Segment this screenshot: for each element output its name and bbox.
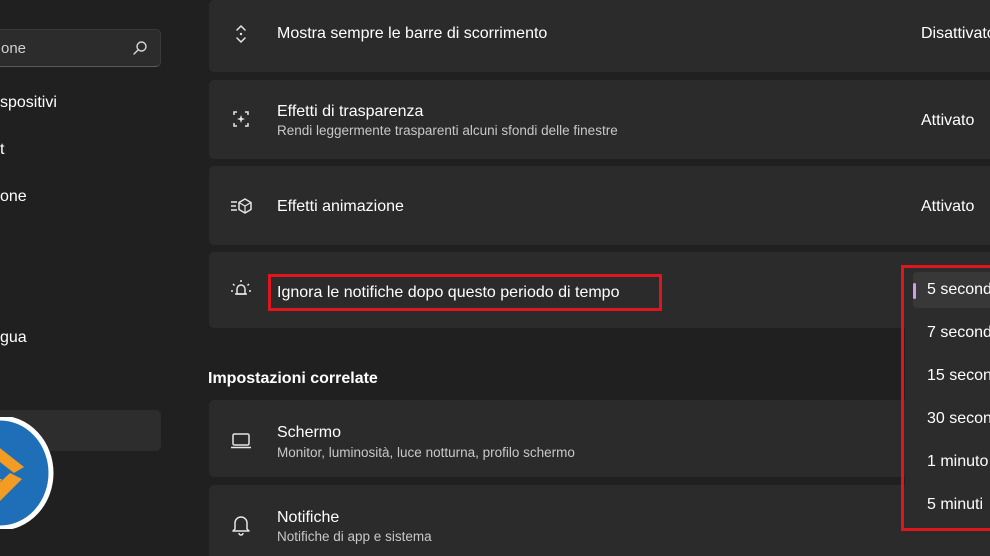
highlight-annotation [268, 274, 662, 311]
setting-card-animation[interactable]: Effetti animazione Attivato [209, 166, 990, 245]
related-title: Notifiche [277, 509, 340, 526]
setting-title: Effetti animazione [277, 198, 404, 215]
related-subtitle: Notifiche di app e sistema [277, 529, 432, 544]
setting-title: Mostra sempre le barre di scorrimento [277, 25, 548, 42]
search-icon[interactable] [132, 40, 148, 56]
sidebar-item-label: gua [0, 329, 27, 346]
setting-card-transparency[interactable]: Effetti di trasparenza Rendi leggermente… [209, 80, 990, 159]
watermark-logo [0, 417, 54, 529]
setting-card-scrollbars[interactable]: Mostra sempre le barre di scorrimento Di… [209, 0, 990, 72]
transparency-icon [233, 111, 249, 127]
setting-subtitle: Rendi leggermente trasparenti alcuni sfo… [277, 123, 618, 138]
sidebar-item-label: spositivi [0, 94, 57, 111]
related-card-display[interactable]: Schermo Monitor, luminosità, luce nottur… [209, 400, 990, 477]
sidebar-item-personalizzazione[interactable]: one [0, 178, 161, 218]
related-subtitle: Monitor, luminosità, luce notturna, prof… [277, 445, 575, 460]
highlight-annotation [901, 265, 990, 531]
sidebar: one spositivi t one gua [0, 0, 178, 556]
sidebar-item-account[interactable]: t [0, 131, 161, 171]
bell-icon [232, 516, 250, 536]
scroll-arrows-icon [236, 24, 246, 44]
related-settings-heading: Impostazioni correlate [208, 370, 378, 387]
search-input[interactable]: one [0, 29, 161, 67]
related-card-notifications[interactable]: Notifiche Notifiche di app e sistema [209, 485, 990, 556]
sidebar-item-lingua[interactable]: gua [0, 319, 161, 359]
sidebar-item-dispositivi[interactable]: spositivi [0, 84, 161, 124]
setting-toggle-state[interactable]: Attivato [921, 112, 974, 130]
monitor-icon [231, 433, 251, 449]
setting-toggle-state[interactable]: Disattivato [921, 25, 990, 43]
animation-icon [231, 198, 252, 214]
search-input-value: one [1, 40, 27, 57]
sidebar-item-label: t [0, 141, 5, 158]
sidebar-item-label: one [0, 188, 27, 205]
setting-title: Effetti di trasparenza [277, 103, 424, 120]
related-title: Schermo [277, 424, 342, 441]
setting-toggle-state[interactable]: Attivato [921, 198, 974, 216]
notification-bell-sun-icon [231, 280, 251, 295]
